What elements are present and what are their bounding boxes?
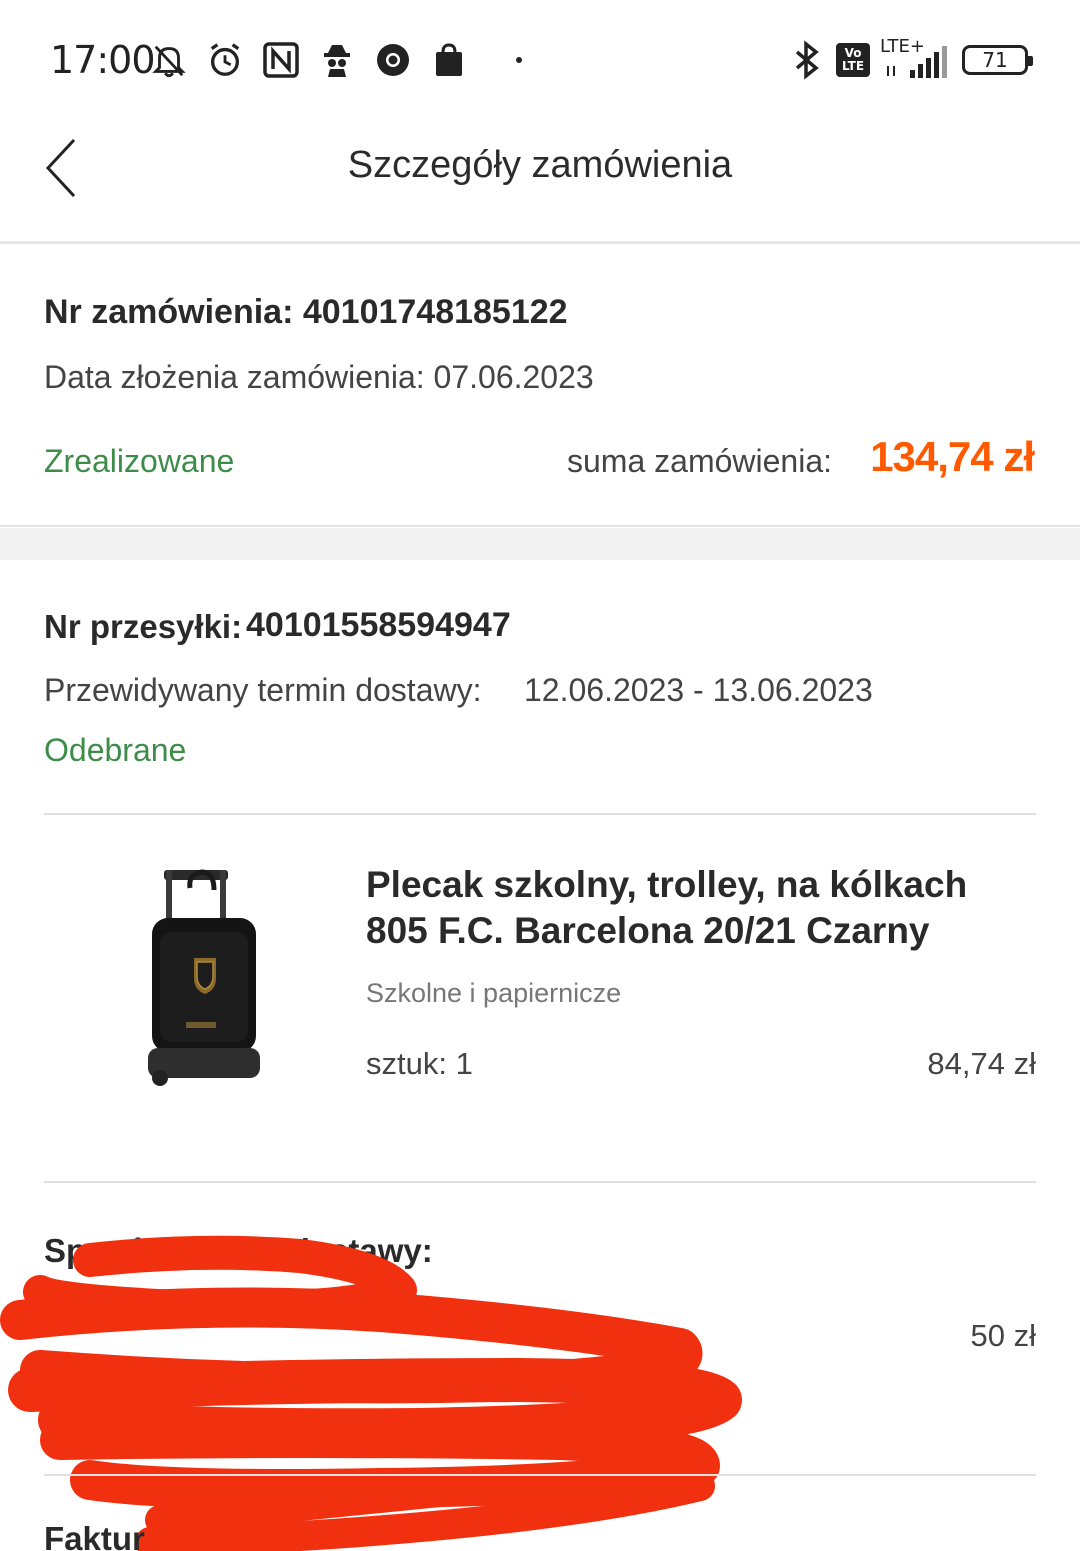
product-category: Szkolne i papiernicze <box>366 978 622 1008</box>
chrome-icon <box>374 41 412 79</box>
order-sum-value: 134,74 zł <box>870 433 1035 480</box>
battery-level: 71 <box>982 48 1008 72</box>
divider <box>44 813 1036 815</box>
divider <box>44 1474 1036 1476</box>
volte-icon: Vo LTE <box>836 43 870 77</box>
bluetooth-icon <box>788 40 826 80</box>
delivery-price: 50 zł <box>970 1318 1036 1353</box>
notification-dot <box>516 57 522 63</box>
shipment-number-value[interactable]: 40101558594947 <box>246 606 511 645</box>
product-name[interactable]: Plecak szkolny, trolley, na kólkach 805 … <box>366 862 1036 954</box>
status-time: 17:00 <box>50 38 156 82</box>
shipment-status: Odebrane <box>44 732 187 768</box>
order-date: Data złożenia zamówienia: 07.06.2023 <box>44 359 594 395</box>
product-quantity: sztuk: 1 <box>366 1046 473 1081</box>
product-price: 84,74 zł <box>927 1046 1036 1081</box>
divider <box>44 1181 1036 1183</box>
section-separator <box>0 528 1080 560</box>
nfc-icon <box>262 41 300 79</box>
order-summary: Nr zamówienia: 40101748185122 Data złoże… <box>0 247 1080 527</box>
invoice-section-title: Faktur <box>44 1520 145 1551</box>
incognito-icon <box>318 41 356 79</box>
order-number: Nr zamówienia: 40101748185122 <box>44 293 568 331</box>
battery-icon: 71 <box>962 45 1033 75</box>
app-header: Szczegóły zamówienia <box>0 110 1080 244</box>
alarm-icon <box>206 41 244 79</box>
delivery-eta-label: Przewidywany termin dostawy: <box>44 672 482 708</box>
shipment-number-label: Nr przesyłki: <box>44 608 243 645</box>
order-status: Zrealizowane <box>44 443 235 479</box>
signal-icon: LTE+ <box>880 36 952 82</box>
mute-icon <box>150 41 188 79</box>
order-sum-label: suma zamówienia: <box>567 443 832 479</box>
status-icons-right: Vo LTE LTE+ 71 <box>788 36 1033 84</box>
status-bar: 17:00 Vo LTE LTE+ 71 <box>0 0 1080 120</box>
shopping-bag-icon <box>430 41 468 79</box>
product-image[interactable] <box>130 862 280 1092</box>
backpack-trolley-image <box>148 869 260 1086</box>
status-icons-left <box>150 38 522 82</box>
page-title: Szczegóły zamówienia <box>347 144 733 186</box>
redaction-scribble <box>0 1235 742 1551</box>
delivery-eta-value: 12.06.2023 - 13.06.2023 <box>524 672 873 708</box>
